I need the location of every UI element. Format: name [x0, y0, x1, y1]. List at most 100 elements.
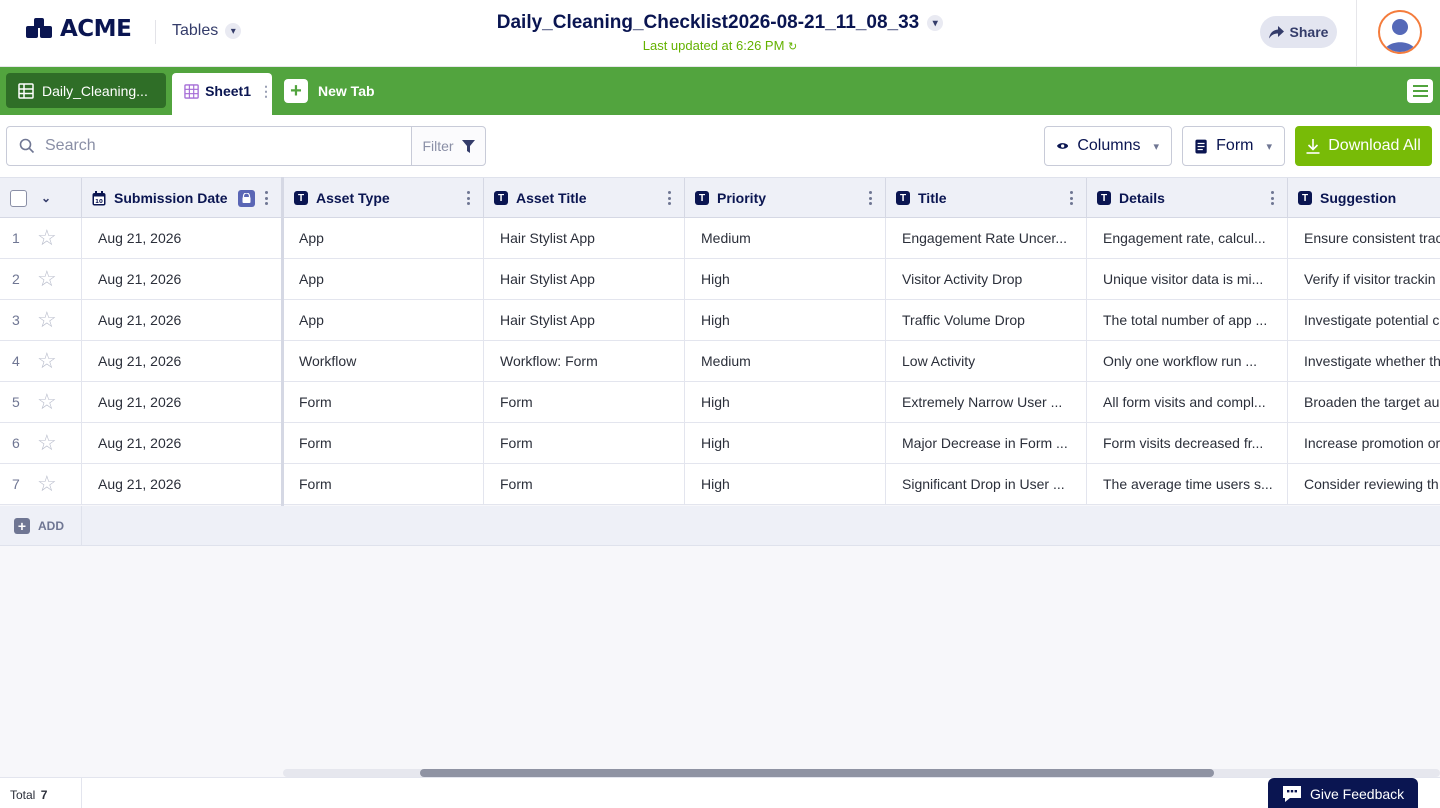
avatar[interactable] [1378, 10, 1422, 54]
table-cell[interactable]: Broaden the target au [1288, 382, 1440, 422]
columns-button[interactable]: Columns ▾ [1044, 126, 1172, 166]
star-icon[interactable]: ☆ [37, 309, 57, 331]
table-cell[interactable]: High [685, 382, 886, 422]
table-cell[interactable]: App [283, 218, 484, 258]
give-feedback-button[interactable]: Give Feedback [1268, 778, 1418, 808]
star-icon[interactable]: ☆ [37, 350, 57, 372]
table-cell[interactable]: Workflow: Form [484, 341, 685, 381]
tab-daily-cleaning[interactable]: Daily_Cleaning... [6, 73, 166, 108]
table-row[interactable]: 7 ☆ Aug 21, 2026 Form Form High Significant Dr… [0, 464, 1440, 505]
column-options-icon[interactable] [1271, 191, 1275, 205]
table-cell[interactable]: Form [484, 423, 685, 463]
column-header-title[interactable]: T Title [886, 178, 1087, 218]
table-cell[interactable]: Engagement rate, calcul... [1087, 218, 1288, 258]
table-row[interactable]: 4 ☆ Aug 21, 2026 Workflow Workflow: Form Medi… [0, 341, 1440, 382]
table-row[interactable]: 3 ☆ Aug 21, 2026 App Hair Stylist App High Tra… [0, 300, 1440, 341]
table-cell[interactable]: Form [283, 464, 484, 504]
table-row[interactable]: 6 ☆ Aug 21, 2026 Form Form High Major Decrease… [0, 423, 1440, 464]
table-cell[interactable]: Traffic Volume Drop [886, 300, 1087, 340]
table-cell[interactable]: Form [484, 464, 685, 504]
table-cell[interactable]: Investigate potential c [1288, 300, 1440, 340]
filter-button[interactable]: Filter [411, 126, 486, 166]
table-cell[interactable]: Low Activity [886, 341, 1087, 381]
table-cell[interactable]: Workflow [283, 341, 484, 381]
star-icon[interactable]: ☆ [37, 227, 57, 249]
title-area: Daily_Cleaning_Checklist2026-08-21_11_08… [0, 12, 1440, 53]
table-cell[interactable]: Verify if visitor trackin [1288, 259, 1440, 299]
table-cell[interactable]: Hair Stylist App [484, 300, 685, 340]
column-header-asset-type[interactable]: T Asset Type [283, 178, 484, 218]
search-input[interactable] [45, 137, 385, 155]
menu-icon[interactable] [1407, 79, 1433, 103]
table-cell[interactable]: Extremely Narrow User ... [886, 382, 1087, 422]
star-icon[interactable]: ☆ [37, 432, 57, 454]
table-cell[interactable]: Form [283, 382, 484, 422]
table-cell[interactable]: Investigate whether th [1288, 341, 1440, 381]
table-cell[interactable]: Ensure consistent trac [1288, 218, 1440, 258]
add-row-button[interactable]: + ADD [14, 518, 64, 534]
table-cell[interactable]: Increase promotion or [1288, 423, 1440, 463]
table-cell[interactable]: High [685, 300, 886, 340]
table-cell[interactable]: Aug 21, 2026 [82, 341, 282, 381]
feedback-label: Give Feedback [1310, 785, 1405, 802]
table-header: ⌄ 10 Submission Date T Asset Type T Asse… [0, 177, 1440, 218]
document-title-dropdown[interactable]: Daily_Cleaning_Checklist2026-08-21_11_08… [497, 12, 944, 34]
table-cell[interactable]: Engagement Rate Uncer... [886, 218, 1087, 258]
share-button[interactable]: Share [1260, 16, 1337, 48]
form-button[interactable]: Form ▾ [1182, 126, 1285, 166]
table-cell[interactable]: Aug 21, 2026 [82, 464, 282, 504]
table-cell[interactable]: Major Decrease in Form ... [886, 423, 1087, 463]
select-all-checkbox[interactable] [10, 189, 27, 207]
column-header-details[interactable]: T Details [1087, 178, 1288, 218]
table-cell[interactable]: Form [283, 423, 484, 463]
table-cell[interactable]: Medium [685, 218, 886, 258]
last-updated: Last updated at 6:26 PM ↻ [0, 38, 1440, 53]
table-cell[interactable]: Consider reviewing th [1288, 464, 1440, 504]
table-cell[interactable]: Unique visitor data is mi... [1087, 259, 1288, 299]
table-cell[interactable]: High [685, 259, 886, 299]
column-header-suggestion[interactable]: T Suggestion [1288, 178, 1440, 218]
column-header-asset-title[interactable]: T Asset Title [484, 178, 685, 218]
table-cell[interactable]: Form visits decreased fr... [1087, 423, 1288, 463]
table-cell[interactable]: Significant Drop in User ... [886, 464, 1087, 504]
table-cell[interactable]: Visitor Activity Drop [886, 259, 1087, 299]
download-icon [1306, 138, 1320, 154]
tab-sheet1[interactable]: Sheet1 ⋮ [172, 73, 273, 115]
tab-options-icon[interactable]: ⋮ [259, 83, 273, 100]
star-icon[interactable]: ☆ [37, 268, 57, 290]
table-cell[interactable]: Only one workflow run ... [1087, 341, 1288, 381]
table-cell[interactable]: Aug 21, 2026 [82, 218, 282, 258]
column-options-icon[interactable] [265, 191, 269, 205]
chevron-down-icon[interactable]: ⌄ [41, 191, 51, 205]
new-tab-button[interactable]: + New Tab [284, 79, 375, 103]
table-cell[interactable]: Medium [685, 341, 886, 381]
table-cell[interactable]: Aug 21, 2026 [82, 382, 282, 422]
column-header-priority[interactable]: T Priority [685, 178, 886, 218]
table-row[interactable]: 5 ☆ Aug 21, 2026 Form Form High Extremely Narr… [0, 382, 1440, 423]
column-options-icon[interactable] [668, 191, 672, 205]
table-cell[interactable]: Hair Stylist App [484, 259, 685, 299]
table-cell[interactable]: Form [484, 382, 685, 422]
table-cell[interactable]: Aug 21, 2026 [82, 300, 282, 340]
table-cell[interactable]: Aug 21, 2026 [82, 259, 282, 299]
table-row[interactable]: 1 ☆ Aug 21, 2026 App Hair Stylist App Medium E… [0, 218, 1440, 259]
download-all-button[interactable]: Download All [1295, 126, 1432, 166]
star-icon[interactable]: ☆ [37, 473, 57, 495]
table-cell[interactable]: Aug 21, 2026 [82, 423, 282, 463]
chevron-down-icon: ▾ [1266, 140, 1272, 153]
table-cell[interactable]: Hair Stylist App [484, 218, 685, 258]
table-row[interactable]: 2 ☆ Aug 21, 2026 App Hair Stylist App High Vis… [0, 259, 1440, 300]
column-options-icon[interactable] [869, 191, 873, 205]
column-header-submission-date[interactable]: 10 Submission Date [82, 178, 282, 218]
table-cell[interactable]: High [685, 423, 886, 463]
table-cell[interactable]: All form visits and compl... [1087, 382, 1288, 422]
scrollbar-thumb[interactable] [420, 769, 1214, 777]
table-cell[interactable]: The average time users s... [1087, 464, 1288, 504]
column-options-icon[interactable] [467, 191, 471, 205]
table-cell[interactable]: App [283, 300, 484, 340]
table-cell[interactable]: The total number of app ... [1087, 300, 1288, 340]
table-cell[interactable]: App [283, 259, 484, 299]
column-options-icon[interactable] [1070, 191, 1074, 205]
star-icon[interactable]: ☆ [37, 391, 57, 413]
table-cell[interactable]: High [685, 464, 886, 504]
